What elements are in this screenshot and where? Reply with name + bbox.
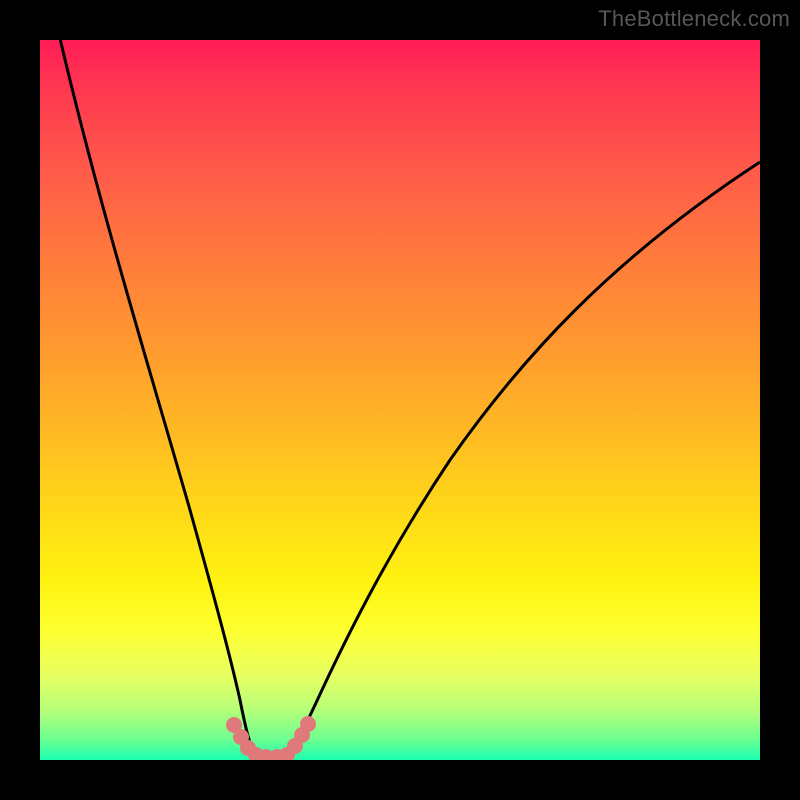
right-curve — [288, 162, 760, 756]
curves-svg — [40, 40, 760, 760]
plot-area — [40, 40, 760, 760]
marker-dot — [300, 716, 316, 732]
marker-group — [226, 716, 316, 760]
chart-frame: TheBottleneck.com — [0, 0, 800, 800]
left-curve — [58, 40, 256, 756]
watermark-text: TheBottleneck.com — [598, 6, 790, 32]
